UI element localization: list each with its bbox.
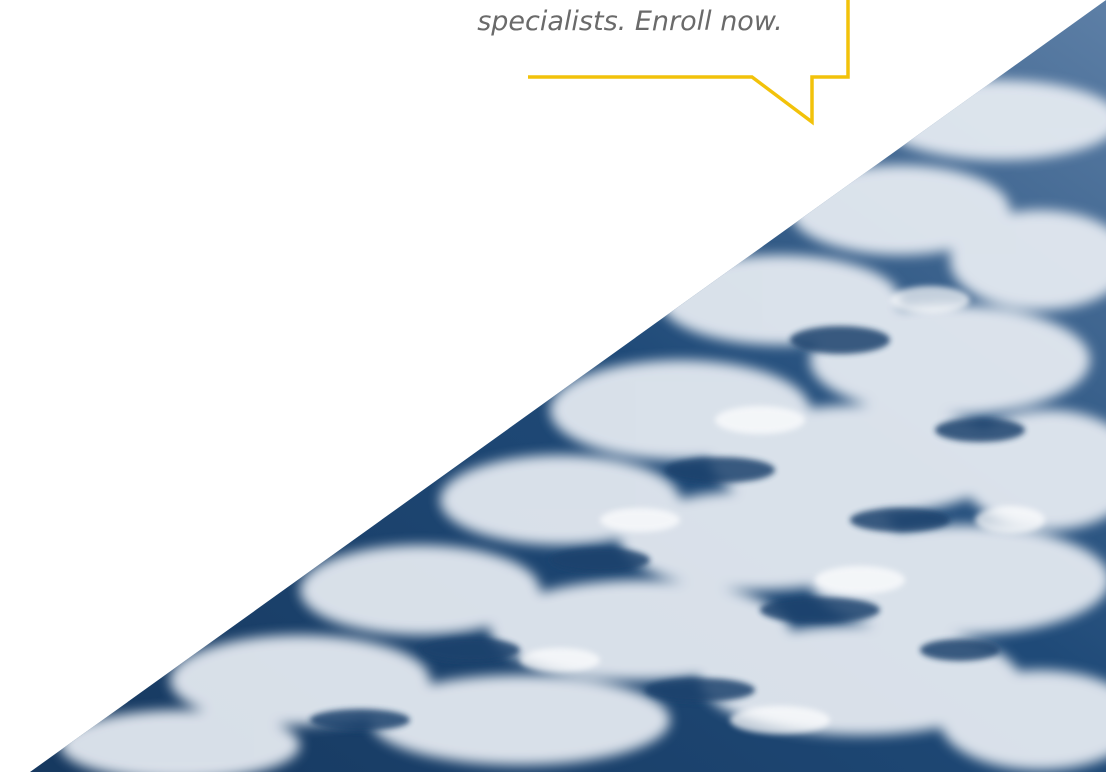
callout-text: specialists. Enroll now. — [477, 6, 783, 37]
promo-page: specialists. Enroll now. — [0, 0, 1106, 772]
earth-clouds-photo — [30, 0, 1106, 772]
